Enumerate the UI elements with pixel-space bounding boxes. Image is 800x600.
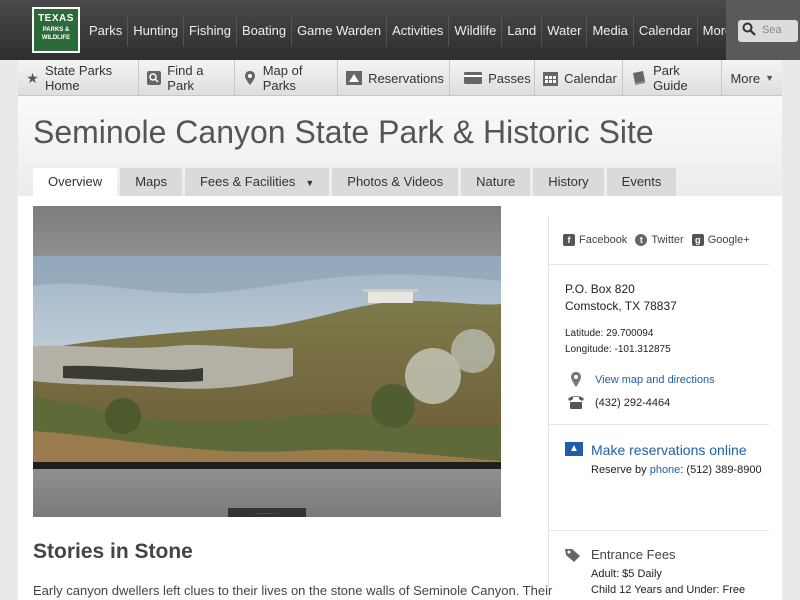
twitter-icon: t bbox=[635, 234, 648, 246]
search-placeholder: Sea bbox=[762, 24, 782, 36]
subnav-label: More bbox=[730, 70, 761, 86]
phone-icon bbox=[567, 395, 585, 411]
subnav-more[interactable]: More ▼ bbox=[722, 60, 782, 96]
park-phone: (432) 292-4464 bbox=[595, 397, 671, 409]
subnav-label: Passes bbox=[488, 70, 531, 86]
logo-line-2: PARKS & bbox=[42, 27, 70, 33]
tent-icon: ▲ bbox=[565, 442, 583, 456]
tag-icon bbox=[565, 548, 581, 565]
address-line-1: P.O. Box 820 bbox=[565, 282, 635, 296]
subnav-park-guide[interactable]: Park Guide bbox=[623, 60, 723, 96]
nav-boating[interactable]: Boating bbox=[235, 16, 291, 46]
subnav-passes[interactable]: Passes bbox=[450, 60, 536, 96]
twitter-label: Twitter bbox=[651, 234, 684, 246]
googleplus-icon: g bbox=[691, 234, 704, 246]
chevron-down-icon: ▼ bbox=[765, 73, 775, 83]
tab-overview[interactable]: Overview bbox=[33, 168, 118, 196]
subnav-label: Calendar bbox=[564, 70, 617, 86]
nav-water[interactable]: Water bbox=[541, 16, 586, 46]
reserve-phone-link[interactable]: phone bbox=[650, 464, 681, 476]
longitude: Longitude: -101.312875 bbox=[565, 344, 671, 355]
search-input[interactable]: Sea bbox=[738, 20, 798, 42]
book-icon bbox=[631, 70, 647, 86]
latitude: Latitude: 29.700094 bbox=[565, 328, 654, 339]
reserve-prefix: Reserve by bbox=[591, 464, 647, 476]
subnav-label: Find a Park bbox=[167, 63, 204, 93]
nav-game-warden[interactable]: Game Warden bbox=[291, 16, 386, 46]
page-title: Seminole Canyon State Park & Historic Si… bbox=[33, 114, 654, 150]
entrance-fees-title: Entrance Fees bbox=[591, 547, 676, 562]
nav-hunting[interactable]: Hunting bbox=[127, 16, 183, 46]
subnav-state-parks-home[interactable]: ★ State Parks Home bbox=[18, 60, 140, 96]
reserve-number: : (512) 389-8900 bbox=[680, 464, 762, 476]
map-pin-icon bbox=[243, 70, 257, 86]
article-body: Early canyon dwellers left clues to thei… bbox=[33, 583, 553, 598]
search-icon[interactable] bbox=[742, 22, 756, 39]
subnav-label: Map of Parks bbox=[262, 63, 303, 93]
slider-pager[interactable]: ........ bbox=[228, 508, 306, 517]
chevron-down-icon: ▼ bbox=[305, 178, 315, 188]
subnav-label: Reservations bbox=[368, 70, 444, 86]
logo-line-1: TEXAS bbox=[38, 13, 74, 24]
tab-fees-facilities[interactable]: Fees & Facilities ▼ bbox=[184, 168, 330, 196]
googleplus-label: Google+ bbox=[707, 234, 750, 246]
divider bbox=[549, 424, 769, 425]
googleplus-link[interactable]: g Google+ bbox=[691, 234, 750, 246]
nav-fishing[interactable]: Fishing bbox=[183, 16, 236, 46]
nav-activities[interactable]: Activities bbox=[386, 16, 448, 46]
logo-mark: TEXAS PARKS & WILDLIFE bbox=[34, 9, 78, 51]
subnav-calendar[interactable]: Calendar bbox=[535, 60, 624, 96]
park-page: Seminole Canyon State Park & Historic Si… bbox=[18, 96, 782, 600]
tab-label: Fees & Facilities bbox=[199, 174, 296, 189]
magnifier-icon bbox=[147, 70, 162, 86]
nav-media[interactable]: Media bbox=[586, 16, 632, 46]
subnav-find-a-park[interactable]: Find a Park bbox=[139, 60, 235, 96]
divider bbox=[549, 264, 769, 265]
tab-maps[interactable]: Maps bbox=[120, 168, 182, 196]
subnav-label: State Parks Home bbox=[44, 63, 113, 93]
tab-events[interactable]: Events bbox=[606, 168, 677, 196]
canyon-photo bbox=[33, 256, 501, 469]
social-links: f Facebook t Twitter g Google+ bbox=[563, 234, 758, 246]
address-line-2: Comstock, TX 78837 bbox=[565, 299, 677, 313]
search-area: Sea bbox=[726, 0, 800, 60]
slider-top-band bbox=[33, 206, 501, 256]
fee-adult: Adult: $5 Daily bbox=[591, 568, 662, 580]
state-parks-nav: ★ State Parks Home Find a Park Map of Pa… bbox=[18, 60, 782, 96]
nav-parks[interactable]: Parks bbox=[84, 16, 127, 46]
park-tabs: Overview Maps Fees & Facilities ▼ Photos … bbox=[33, 168, 679, 196]
facebook-label: Facebook bbox=[579, 234, 628, 246]
park-info-sidebar: f Facebook t Twitter g Google+ P.O. Box 820… bbox=[548, 216, 769, 600]
nav-wildlife[interactable]: Wildlife bbox=[448, 16, 501, 46]
top-navigation-bar: TEXAS PARKS & WILDLIFE Parks Hunting Fis… bbox=[0, 0, 800, 60]
calendar-icon bbox=[543, 70, 559, 86]
photo-slider[interactable]: ........ bbox=[33, 206, 501, 517]
tent-icon bbox=[346, 70, 363, 86]
facebook-icon: f bbox=[563, 234, 575, 246]
section-heading: Stories in Stone bbox=[33, 540, 193, 563]
logo-line-3: WILDLIFE bbox=[41, 35, 71, 41]
reserve-by-phone: Reserve by phone: (512) 389-8900 bbox=[591, 464, 762, 476]
location-pin-icon bbox=[567, 372, 585, 388]
park-header: Seminole Canyon State Park & Historic Si… bbox=[18, 96, 782, 196]
nav-calendar[interactable]: Calendar bbox=[632, 16, 697, 46]
main-nav: Parks Hunting Fishing Boating Game Warde… bbox=[84, 16, 748, 46]
facebook-link[interactable]: f Facebook bbox=[563, 234, 627, 246]
nav-land[interactable]: Land bbox=[501, 16, 541, 46]
divider bbox=[549, 530, 769, 531]
card-icon bbox=[464, 70, 483, 86]
tab-nature[interactable]: Nature bbox=[461, 168, 531, 196]
twitter-link[interactable]: t Twitter bbox=[635, 234, 684, 246]
fee-child: Child 12 Years and Under: Free bbox=[591, 584, 746, 596]
make-reservations-link[interactable]: Make reservations online bbox=[591, 442, 747, 458]
subnav-map-of-parks[interactable]: Map of Parks bbox=[235, 60, 339, 96]
tab-photos-videos[interactable]: Photos & Videos bbox=[332, 168, 459, 196]
star-icon: ★ bbox=[26, 69, 39, 86]
tab-history[interactable]: History bbox=[533, 168, 604, 196]
map-directions-link[interactable]: View map and directions bbox=[595, 374, 715, 386]
subnav-reservations[interactable]: Reservations bbox=[338, 60, 451, 96]
subnav-label: Park Guide bbox=[653, 63, 688, 93]
tpwd-logo[interactable]: TEXAS PARKS & WILDLIFE bbox=[32, 7, 80, 53]
